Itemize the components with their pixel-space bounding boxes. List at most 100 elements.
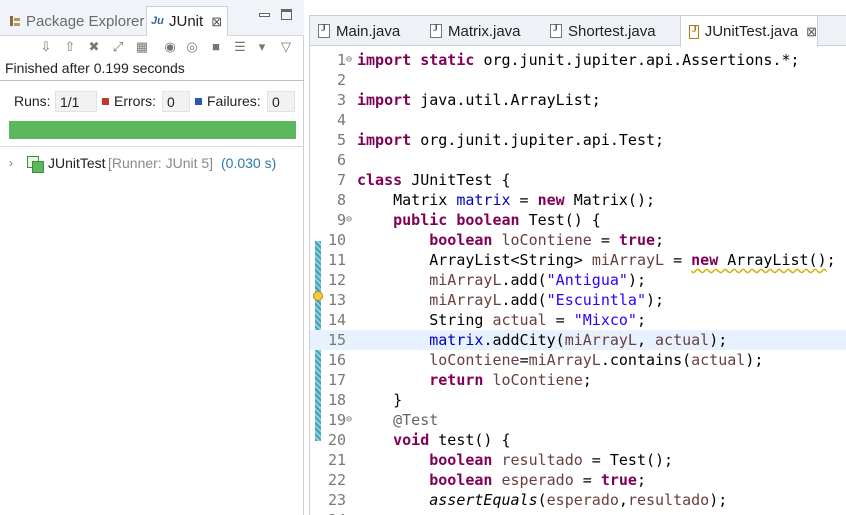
code-line[interactable]: 10 boolean loContiene = true;: [310, 230, 846, 250]
show-skipped-icon[interactable]: ▦: [134, 39, 150, 55]
code-line[interactable]: 24: [310, 510, 846, 515]
code-line[interactable]: 16 loContiene=miArrayL.contains(actual);: [310, 350, 846, 370]
code-token: void: [393, 431, 439, 449]
fold-toggle-icon[interactable]: ⊖: [346, 410, 356, 430]
line-number: 18: [327, 391, 346, 409]
code-line[interactable]: 2: [310, 70, 846, 90]
code-token: .contains(: [600, 351, 692, 369]
code-token: ArrayList(): [718, 251, 827, 269]
code-token: =: [664, 251, 692, 269]
code-token: =: [573, 471, 601, 489]
editor-tab-label: Main.java: [336, 22, 401, 40]
code-text: boolean resultado = Test();: [357, 450, 673, 470]
editor-tab-junittest[interactable]: JUnitTest.java ⊠: [680, 16, 818, 47]
code-token: ;: [636, 311, 646, 329]
stop-run-icon[interactable]: ■: [208, 39, 224, 55]
code-text: miArrayL.add("Escuintla");: [357, 290, 664, 310]
line-number: 4: [336, 111, 346, 129]
next-failure-icon[interactable]: ⇩: [38, 39, 54, 55]
code-token: boolean: [429, 451, 502, 469]
code-line[interactable]: 12 miArrayL.add("Antigua");: [310, 270, 846, 290]
rerun-failed-first-icon[interactable]: ◎: [184, 39, 200, 55]
close-icon[interactable]: ⊠: [806, 24, 817, 40]
code-text: }: [357, 390, 402, 410]
editor-tab-label: Shortest.java: [568, 22, 656, 40]
code-line[interactable]: 7 class JUnitTest {: [310, 170, 846, 190]
code-token: miArrayL: [591, 251, 665, 269]
line-number: 14: [327, 311, 346, 329]
code-token: =: [510, 191, 538, 209]
code-line[interactable]: 3 import java.util.ArrayList;: [310, 90, 846, 110]
code-line[interactable]: 13 miArrayL.add("Escuintla");: [310, 290, 846, 310]
code-line[interactable]: 8 Matrix matrix = new Matrix();: [310, 190, 846, 210]
editor-tab-label: JUnitTest.java: [704, 23, 799, 40]
test-run-history-icon[interactable]: ☰: [232, 39, 248, 55]
test-suite-runner: [Runner: JUnit 5]: [108, 155, 214, 171]
code-line[interactable]: 18 }: [310, 390, 846, 410]
code-line[interactable]: 9 ⊖ public boolean Test() {: [310, 210, 846, 230]
editor-tab-label: Matrix.java: [448, 22, 521, 40]
divider: [0, 146, 304, 147]
minimize-icon[interactable]: [258, 9, 270, 20]
view-menu-icon[interactable]: ▽: [278, 39, 294, 55]
code-line[interactable]: 17 return loContiene;: [310, 370, 846, 390]
code-line[interactable]: 19 ⊖ @Test: [310, 410, 846, 430]
rerun-test-icon[interactable]: ◉: [162, 39, 178, 55]
code-line[interactable]: 11 ArrayList<String> miArrayL = new Arra…: [310, 250, 846, 270]
code-line[interactable]: 4: [310, 110, 846, 130]
tab-junit[interactable]: JUnit ⊠: [146, 6, 228, 36]
fold-toggle-icon[interactable]: ⊖: [346, 210, 356, 230]
code-line[interactable]: 15 matrix.addCity(miArrayL, actual);: [310, 330, 846, 350]
line-number: 16: [327, 351, 346, 369]
scroll-lock-icon[interactable]: ⤢: [110, 39, 126, 55]
maximize-icon[interactable]: [281, 9, 292, 20]
code-token: org.junit.jupiter.api.Test;: [420, 131, 665, 149]
code-line[interactable]: 5 import org.junit.jupiter.api.Test;: [310, 130, 846, 150]
code-text: class JUnitTest {: [357, 170, 511, 190]
line-number: 3: [336, 91, 346, 109]
previous-failure-icon[interactable]: ⇧: [62, 39, 78, 55]
line-number: 12: [327, 271, 346, 289]
test-suite-name: JUnitTest: [48, 155, 106, 171]
code-line[interactable]: 23 assertEquals(esperado,resultado);: [310, 490, 846, 510]
fold-toggle-icon[interactable]: ⊖: [346, 50, 356, 70]
code-text: import org.junit.jupiter.api.Test;: [357, 130, 664, 150]
code-text: @Test: [357, 410, 438, 430]
line-number: 21: [327, 451, 346, 469]
code-token: return: [429, 371, 493, 389]
code-line[interactable]: 22 boolean esperado = true;: [310, 470, 846, 490]
code-line[interactable]: 21 boolean resultado = Test();: [310, 450, 846, 470]
code-token: import: [357, 131, 421, 149]
code-text: loContiene=miArrayL.contains(actual);: [357, 350, 763, 370]
show-failures-only-icon[interactable]: ✖: [86, 39, 102, 55]
editor-tab-matrix[interactable]: Matrix.java: [422, 16, 542, 46]
code-line[interactable]: 20 void test() {: [310, 430, 846, 450]
code-token: ;: [826, 251, 836, 269]
code-token: loContiene: [501, 231, 592, 249]
code-area[interactable]: 1 ⊖ import static org.junit.jupiter.api.As…: [310, 47, 846, 515]
code-line[interactable]: 1 ⊖ import static org.junit.jupiter.api.As…: [310, 50, 846, 70]
chevron-right-icon[interactable]: ›: [9, 156, 13, 170]
editor-tab-main[interactable]: Main.java: [310, 16, 422, 46]
code-token: .addCity(: [483, 331, 565, 349]
code-token: import static: [357, 51, 484, 69]
code-token: "Mixco": [573, 311, 637, 329]
line-number: 9: [336, 211, 346, 229]
line-number: 20: [327, 431, 346, 449]
close-icon[interactable]: ⊠: [211, 14, 222, 30]
editor-tab-shortest[interactable]: Shortest.java: [542, 16, 680, 46]
history-dropdown-icon[interactable]: ▾: [254, 39, 270, 55]
code-token: = Test();: [582, 451, 674, 469]
tab-package-explorer[interactable]: Package Explorer: [4, 6, 148, 36]
code-token: Test() {: [528, 211, 601, 229]
code-token: loContiene: [492, 371, 583, 389]
code-token: miArrayL: [429, 291, 502, 309]
junit-toolbar: ⇩ ⇧ ✖ ⤢ ▦ ◉ ◎ ■ ☰ ▾ ▽: [0, 38, 304, 60]
java-file-icon: [550, 23, 562, 38]
code-line[interactable]: 6: [310, 150, 846, 170]
code-line[interactable]: 14 String actual = "Mixco";: [310, 310, 846, 330]
line-number: 15: [327, 331, 346, 349]
errors-label: Errors:: [114, 93, 156, 109]
